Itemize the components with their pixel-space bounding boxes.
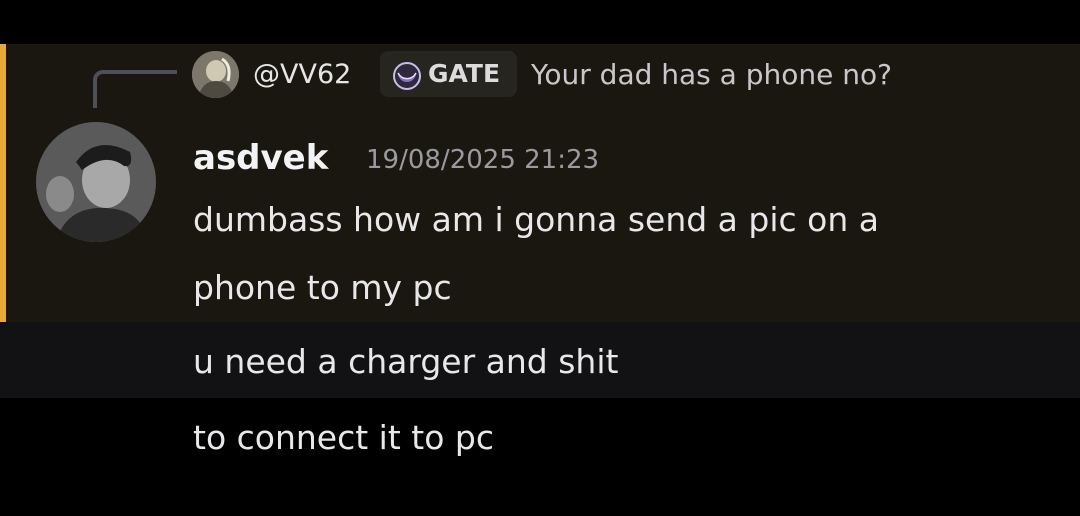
message-author-name[interactable]: asdvek xyxy=(193,136,328,180)
reply-connector-line xyxy=(93,70,177,108)
server-tag-chip[interactable]: GATE xyxy=(380,51,517,97)
message-text-line: phone to my pc xyxy=(193,268,452,307)
user-avatar[interactable] xyxy=(36,122,156,242)
reply-author-avatar[interactable] xyxy=(192,51,239,98)
reply-preview-text[interactable]: Your dad has a phone no? xyxy=(531,55,892,95)
reply-author-name[interactable]: @VV62 xyxy=(253,55,351,95)
followup-message: to connect it to pc xyxy=(193,418,494,457)
followup-message: u need a charger and shit xyxy=(193,342,619,381)
message-text-line: dumbass how am i gonna send a pic on a xyxy=(193,200,879,239)
server-tag-label: GATE xyxy=(428,59,501,88)
message-timestamp[interactable]: 19/08/2025 21:23 xyxy=(366,140,599,180)
mention-highlight-bar xyxy=(0,44,6,322)
crescent-moon-icon xyxy=(392,61,422,91)
